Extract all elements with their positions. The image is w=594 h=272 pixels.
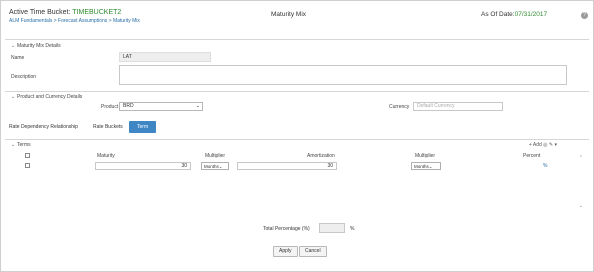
row-checkbox[interactable] bbox=[25, 163, 30, 168]
product-label: Product bbox=[101, 104, 119, 110]
column-header-amortization: Amortization bbox=[307, 153, 335, 159]
maturity-unit: Months bbox=[204, 164, 219, 169]
terms-header[interactable]: ⌄ Terms bbox=[11, 142, 31, 148]
currency-label: Currency bbox=[389, 104, 410, 110]
tab-rate-dependency[interactable]: Rate Dependency Relationship bbox=[9, 124, 78, 130]
chevron-down-icon: ⌄ bbox=[428, 164, 433, 169]
help-icon[interactable]: ? bbox=[581, 12, 588, 19]
cancel-button[interactable]: Cancel bbox=[299, 246, 327, 257]
as-of-label: As Of Date: bbox=[481, 11, 515, 18]
chevron-down-icon: ⌄ bbox=[195, 103, 200, 109]
column-header-multiplier: Multiplier bbox=[205, 153, 226, 159]
rate-tab-bar: Rate Dependency Relationship Rate Bucket… bbox=[5, 121, 589, 135]
currency-placeholder: Default Currency bbox=[417, 103, 455, 109]
percent-input[interactable]: % bbox=[543, 163, 547, 169]
description-field[interactable] bbox=[119, 65, 567, 85]
maturity-multiplier-select[interactable]: Months⌄ bbox=[201, 162, 229, 170]
amortization-multiplier-select[interactable]: Months⌄ bbox=[411, 162, 441, 170]
product-value: BRD bbox=[123, 103, 134, 109]
column-header-percent: Percent bbox=[523, 153, 541, 159]
scroll-up-icon[interactable]: ⌃ bbox=[579, 155, 583, 161]
maturity-mix-page: Active Time Bucket: TIMEBUCKET2 ALM Fund… bbox=[0, 0, 594, 272]
product-currency-section: ⌄ Product and Currency Details Product BR… bbox=[5, 91, 589, 119]
active-time-bucket-title: Active Time Bucket: TIMEBUCKET2 bbox=[9, 9, 121, 16]
total-percentage-suffix: % bbox=[350, 226, 355, 232]
product-select[interactable]: BRD ⌄ bbox=[119, 102, 203, 111]
tab-rate-buckets[interactable]: Rate Buckets bbox=[93, 124, 123, 130]
grid-toolbar[interactable]: + Add ◎ ✎ ▾ bbox=[529, 142, 557, 148]
as-of-date: As Of Date:07/31/2017 bbox=[481, 11, 547, 18]
currency-field[interactable]: Default Currency bbox=[413, 102, 503, 111]
title-prefix: Active Time Bucket: bbox=[9, 9, 73, 16]
page-title: Maturity Mix bbox=[271, 11, 307, 18]
amort-unit: Months bbox=[414, 164, 429, 169]
column-header-maturity: Maturity bbox=[97, 153, 115, 159]
total-percentage-label: Total Percentage (%) bbox=[263, 226, 310, 232]
page-header: Active Time Bucket: TIMEBUCKET2 ALM Fund… bbox=[1, 1, 593, 31]
total-percentage-field bbox=[319, 223, 345, 233]
column-header-amort-multiplier: Multiplier bbox=[415, 153, 436, 159]
terms-grid: ⌄ Terms + Add ◎ ✎ ▾ Maturity Multiplier A… bbox=[5, 139, 585, 215]
chevron-down-icon: ⌄ bbox=[218, 164, 223, 169]
apply-button[interactable]: Apply bbox=[273, 246, 298, 257]
grid-title: Terms bbox=[17, 142, 31, 148]
amortization-input[interactable]: 30 bbox=[237, 162, 337, 170]
description-label: Description bbox=[11, 74, 37, 80]
maturity-mix-details-section: ⌄ Maturity Mix Details Name LAT Descripti… bbox=[5, 39, 589, 89]
as-of-date-value[interactable]: 07/31/2017 bbox=[515, 11, 548, 18]
name-field[interactable]: LAT bbox=[119, 52, 211, 62]
bucket-name[interactable]: TIMEBUCKET2 bbox=[72, 9, 121, 16]
product-currency-header[interactable]: ⌄ Product and Currency Details bbox=[11, 94, 82, 100]
section-title: Product and Currency Details bbox=[17, 94, 83, 100]
term-button[interactable]: Term bbox=[129, 121, 157, 133]
select-all-checkbox[interactable] bbox=[25, 153, 30, 158]
breadcrumb[interactable]: ALM Fundamentals > Forecast Assumptions … bbox=[9, 18, 140, 24]
maturity-input[interactable]: 30 bbox=[95, 162, 191, 170]
scroll-down-icon[interactable]: ⌄ bbox=[579, 203, 583, 209]
maturity-mix-details-header[interactable]: ⌄ Maturity Mix Details bbox=[11, 43, 61, 49]
name-label: Name bbox=[11, 55, 25, 61]
section-title: Maturity Mix Details bbox=[17, 43, 61, 49]
